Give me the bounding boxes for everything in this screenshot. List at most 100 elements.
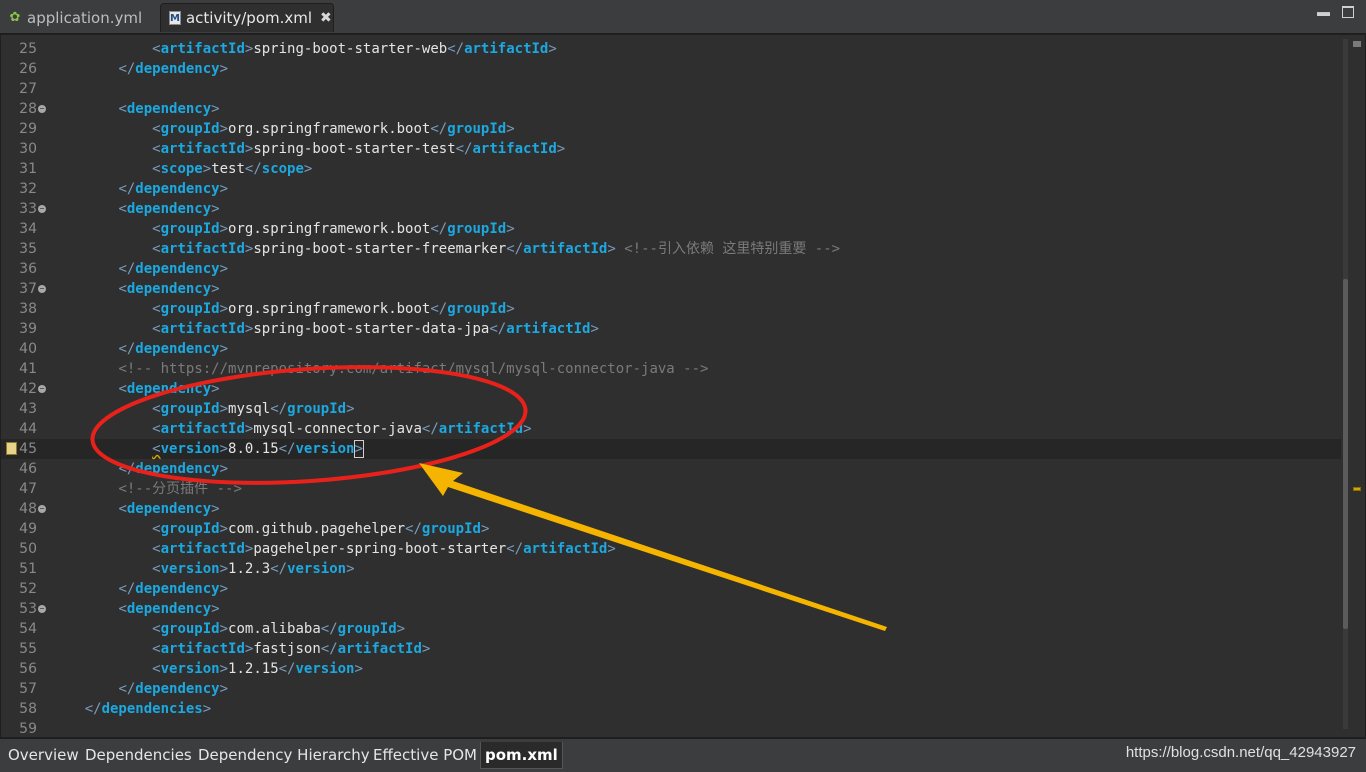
code-line[interactable]: 47 <!--分页插件 --> [1, 479, 1341, 499]
code-line[interactable]: 51 <version>1.2.3</version> [1, 559, 1341, 579]
xml-tag-name: dependency [135, 341, 220, 357]
fold-collapse-icon[interactable]: − [38, 385, 46, 393]
code-line[interactable]: 54 <groupId>com.alibaba</groupId> [1, 619, 1341, 639]
code-token: < [118, 601, 127, 617]
code-line[interactable]: 31 <scope>test</scope> [1, 159, 1341, 179]
code-line[interactable]: 29 <groupId>org.springframework.boot</gr… [1, 119, 1341, 139]
code-line[interactable]: 38 <groupId>org.springframework.boot</gr… [1, 299, 1341, 319]
code-token: > [202, 701, 212, 717]
code-line[interactable]: 33− <dependency> [1, 199, 1341, 219]
code-text: <artifactId>spring-boot-starter-test</ar… [51, 139, 565, 159]
maximize-icon[interactable] [1342, 4, 1354, 21]
code-token: test [211, 161, 245, 177]
minimize-icon[interactable]: ▬ [1317, 4, 1330, 21]
warning-marker-icon[interactable] [1353, 487, 1361, 491]
close-icon[interactable]: ✖ [320, 10, 332, 26]
code-line[interactable]: 32 </dependency> [1, 179, 1341, 199]
tab-dependency-hierarchy[interactable]: Dependency Hierarchy [194, 742, 374, 768]
xml-tag-name: version [287, 561, 347, 577]
code-line[interactable]: 27 [1, 79, 1341, 99]
code-line[interactable]: 35 <artifactId>spring-boot-starter-freem… [1, 239, 1341, 259]
code-line[interactable]: 43 <groupId>mysql</groupId> [1, 399, 1341, 419]
code-token: org.springframework.boot [228, 301, 431, 317]
code-line[interactable]: 58 </dependencies> [1, 699, 1341, 719]
code-line[interactable]: 44 <artifactId>mysql-connector-java</art… [1, 419, 1341, 439]
code-line[interactable]: 34 <groupId>org.springframework.boot</gr… [1, 219, 1341, 239]
code-line[interactable]: 55 <artifactId>fastjson</artifactId> [1, 639, 1341, 659]
code-line[interactable]: 30 <artifactId>spring-boot-starter-test<… [1, 139, 1341, 159]
code-line[interactable]: 49 <groupId>com.github.pagehelper</group… [1, 519, 1341, 539]
code-token: > [219, 441, 229, 457]
code-line[interactable]: 36 </dependency> [1, 259, 1341, 279]
tab-dependencies[interactable]: Dependencies [81, 742, 196, 768]
spring-leaf-icon: ✿ [9, 9, 21, 25]
tab-effective-pom[interactable]: Effective POM [369, 742, 481, 768]
code-line[interactable]: 57 </dependency> [1, 679, 1341, 699]
xml-comment: <!--分页插件 --> [118, 481, 242, 497]
code-token: </ [430, 221, 448, 237]
code-text: <artifactId>fastjson</artifactId> [51, 639, 430, 659]
code-line[interactable]: 37− <dependency> [1, 279, 1341, 299]
xml-tag-name: groupId [287, 401, 347, 417]
tab-pom-xml[interactable]: pom.xml [480, 742, 563, 769]
xml-tag-name: dependency [126, 281, 212, 297]
code-line[interactable]: 40 </dependency> [1, 339, 1341, 359]
fold-collapse-icon[interactable]: − [38, 285, 46, 293]
fold-collapse-icon[interactable]: − [38, 205, 46, 213]
vertical-scrollbar[interactable] [1343, 39, 1348, 729]
code-token: > [211, 201, 220, 217]
code-line[interactable]: 41 <!-- https://mvnrepository.com/artifa… [1, 359, 1341, 379]
code-token: </ [455, 141, 473, 157]
tab-activity-pom-xml[interactable]: M activity/pom.xml ✖ [160, 3, 334, 32]
code-token: > [353, 440, 364, 458]
code-line[interactable]: 26 </dependency> [1, 59, 1341, 79]
overview-ruler[interactable] [1351, 39, 1363, 729]
fold-collapse-icon[interactable]: − [38, 505, 46, 513]
code-token: > [211, 501, 220, 517]
code-token: spring-boot-starter-freemarker [253, 241, 507, 257]
xml-tag-name: artifactId [337, 641, 422, 657]
code-token: > [303, 161, 313, 177]
code-token: </ [320, 621, 338, 637]
code-line[interactable]: 50 <artifactId>pagehelper-spring-boot-st… [1, 539, 1341, 559]
xml-tag-name: dependency [135, 61, 220, 77]
code-token: < [152, 541, 161, 557]
code-line[interactable]: 39 <artifactId>spring-boot-starter-data-… [1, 319, 1341, 339]
code-line[interactable]: 59 [1, 719, 1341, 739]
code-line[interactable]: 45 <version>8.0.15</version> [1, 439, 1341, 459]
code-line[interactable]: 53− <dependency> [1, 599, 1341, 619]
ruler-header-icon [1353, 41, 1361, 47]
code-text: </dependency> [51, 179, 228, 199]
code-line[interactable]: 25 <artifactId>spring-boot-starter-web</… [1, 39, 1341, 59]
xml-tag-name: artifactId [160, 641, 245, 657]
code-text: <groupId>mysql</groupId> [51, 399, 354, 419]
scrollbar-thumb[interactable] [1343, 279, 1348, 629]
code-text: <artifactId>mysql-connector-java</artifa… [51, 419, 531, 439]
xml-tag-name: dependencies [101, 701, 203, 717]
code-token: < [118, 281, 127, 297]
code-line[interactable]: 48− <dependency> [1, 499, 1341, 519]
tab-label: activity/pom.xml [185, 9, 313, 27]
xml-tag-name: scope [261, 161, 304, 177]
tab-overview[interactable]: Overview [4, 742, 83, 768]
fold-collapse-icon[interactable]: − [38, 605, 46, 613]
window-controls: ▬ [1317, 4, 1354, 21]
code-token: spring-boot-starter-web [253, 41, 448, 57]
line-number: 30 [19, 141, 37, 157]
tab-application-yml[interactable]: ✿ application.yml [0, 3, 160, 32]
code-line[interactable]: 46 </dependency> [1, 459, 1341, 479]
code-line[interactable]: 56 <version>1.2.15</version> [1, 659, 1341, 679]
code-line[interactable]: 42− <dependency> [1, 379, 1341, 399]
fold-collapse-icon[interactable]: − [38, 105, 46, 113]
code-token: > [211, 381, 220, 397]
code-line[interactable]: 28− <dependency> [1, 99, 1341, 119]
line-number: 52 [19, 581, 37, 597]
code-line[interactable]: 52 </dependency> [1, 579, 1341, 599]
xml-source-editor[interactable]: 25 <artifactId>spring-boot-starter-web</… [0, 34, 1366, 738]
code-token: < [152, 421, 161, 437]
